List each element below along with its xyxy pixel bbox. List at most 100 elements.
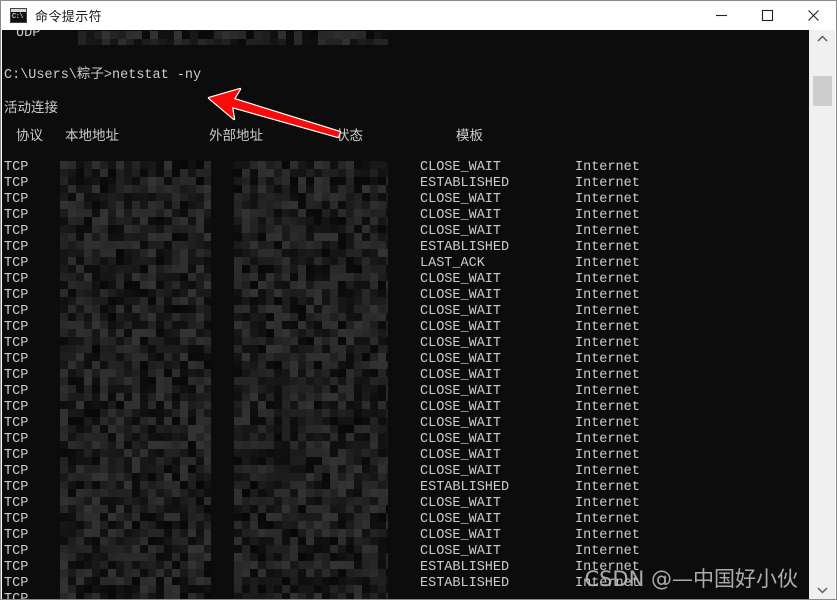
row-template: Internet (575, 272, 640, 287)
row-template: Internet (575, 208, 640, 223)
row-state: CLOSE_WAIT (420, 416, 502, 431)
row-proto: TCP (4, 288, 29, 303)
row-proto: TCP (4, 448, 29, 463)
row-state: CLOSE_WAIT (420, 160, 502, 175)
row-state: CLOSE_WAIT (420, 272, 502, 287)
scrollbar-track[interactable] (810, 48, 835, 581)
row-proto: TCP (4, 400, 29, 415)
row-state: CLOSE_WAIT (420, 464, 502, 479)
header-state: 状态 (336, 128, 363, 144)
row-template: Internet (575, 352, 640, 367)
row-proto: TCP (4, 560, 29, 575)
row-state: CLOSE_WAIT (420, 432, 502, 447)
prompt-command-text: C:\Users\粽子>netstat -ny (4, 68, 202, 83)
row-proto: TCP (4, 480, 29, 495)
row-proto: TCP (4, 544, 29, 559)
console-section-title-line: 活动连接 (2, 100, 812, 116)
row-proto: TCP (4, 368, 29, 383)
row-state: CLOSE_WAIT (420, 544, 502, 559)
scroll-down-icon[interactable] (810, 581, 835, 599)
header-local-address: 本地地址 (65, 128, 119, 144)
header-proto: 协议 (16, 128, 43, 144)
row-state: CLOSE_WAIT (420, 352, 502, 367)
window-title: 命令提示符 (35, 10, 103, 25)
censored-address-udp (78, 31, 388, 45)
row-template: Internet (575, 256, 640, 271)
row-template: Internet (575, 400, 640, 415)
row-template: Internet (575, 368, 640, 383)
row-template: Internet (575, 384, 640, 399)
scroll-up-icon[interactable] (810, 30, 835, 48)
row-state: ESTABLISHED (420, 576, 510, 591)
row-proto: TCP (4, 224, 29, 239)
row-state: ESTABLISHED (420, 480, 510, 495)
row-template: Internet (575, 464, 640, 479)
row-template: Internet (575, 496, 640, 511)
row-template: Internet (575, 528, 640, 543)
row-state: ESTABLISHED (420, 176, 510, 191)
console-scrollbar[interactable] (809, 30, 835, 599)
header-template: 模板 (456, 128, 483, 144)
row-proto: TCP (4, 384, 29, 399)
row-state: LAST_ACK (420, 256, 485, 271)
row-template: Internet (575, 480, 640, 495)
row-proto: TCP (4, 304, 29, 319)
row-proto: TCP (4, 576, 29, 591)
censored-foreign-address-column (234, 161, 388, 599)
row-state: CLOSE_WAIT (420, 336, 502, 351)
row-template: Internet (575, 224, 640, 239)
row-template: Internet (575, 336, 640, 351)
row-template: Internet (575, 192, 640, 207)
row-proto: TCP (4, 416, 29, 431)
row-template: Internet (575, 320, 640, 335)
row-state: CLOSE_WAIT (420, 400, 502, 415)
row-template: Internet (575, 240, 640, 255)
console-prompt-line: C:\Users\粽子>netstat -ny (2, 68, 812, 84)
row-template: Internet (575, 544, 640, 559)
row-state: CLOSE_WAIT (420, 304, 502, 319)
row-state: CLOSE_WAIT (420, 496, 502, 511)
row-state: CLOSE_WAIT (420, 448, 502, 463)
console-output-area[interactable]: UDP C:\Users\粽子>netstat -ny 活动连接 协议 本地地址… (2, 30, 812, 599)
close-button[interactable] (790, 1, 836, 30)
row-template: Internet (575, 416, 640, 431)
window-controls (698, 1, 836, 30)
maximize-button[interactable] (744, 1, 790, 30)
censored-local-address-column (60, 161, 211, 599)
row-state: CLOSE_WAIT (420, 512, 502, 527)
row-state: CLOSE_WAIT (420, 368, 502, 383)
row-state: CLOSE_WAIT (420, 384, 502, 399)
row-proto: TCP (4, 240, 29, 255)
row-proto: TCP (4, 208, 29, 223)
row-state: CLOSE_WAIT (420, 320, 502, 335)
row-proto: TCP (4, 512, 29, 527)
row-state: CLOSE_WAIT (420, 192, 502, 207)
row-template: Internet (575, 176, 640, 191)
row-proto: TCP (4, 272, 29, 287)
row-state: CLOSE_WAIT (420, 288, 502, 303)
row-template: Internet (575, 512, 640, 527)
row-proto: TCP (4, 192, 29, 207)
csdn-watermark: CSDN @—中国好小伙 (584, 567, 798, 591)
row-template: Internet (575, 448, 640, 463)
cmd-icon: C:\ (10, 8, 27, 23)
row-template: Internet (575, 432, 640, 447)
row-proto: TCP (4, 528, 29, 543)
udp-proto-label: UDP (16, 30, 41, 41)
row-proto: TCP (4, 592, 28, 599)
row-proto: TCP (4, 256, 29, 271)
row-proto: TCP (4, 320, 29, 335)
row-state: CLOSE_WAIT (420, 224, 502, 239)
row-proto: TCP (4, 160, 29, 175)
row-proto: TCP (4, 176, 29, 191)
minimize-button[interactable] (698, 1, 744, 30)
scrollbar-thumb[interactable] (813, 76, 832, 106)
title-bar[interactable]: C:\ 命令提示符 (1, 1, 836, 31)
cmd-icon-prompt-text: C:\ (12, 13, 24, 21)
row-proto: TCP (4, 336, 29, 351)
row-proto: TCP (4, 432, 29, 447)
row-state: ESTABLISHED (420, 560, 510, 575)
header-foreign-address: 外部地址 (209, 128, 263, 144)
row-state: CLOSE_WAIT (420, 528, 502, 543)
row-template: Internet (575, 304, 640, 319)
